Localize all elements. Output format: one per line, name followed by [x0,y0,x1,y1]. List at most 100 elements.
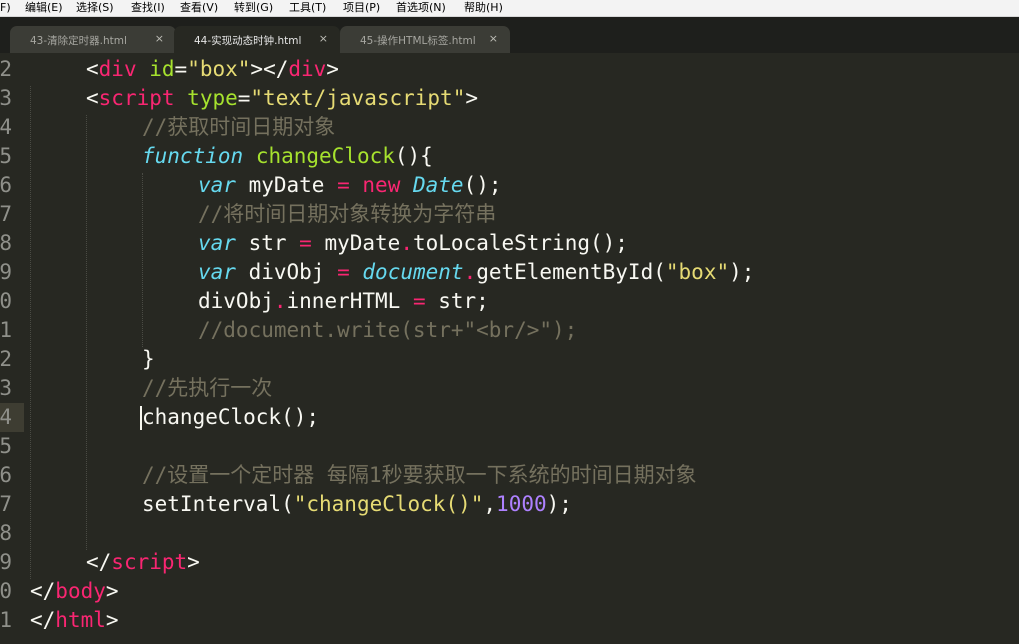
line-number: 4 [0,405,12,429]
code-text: </body> [30,577,119,606]
code-line: 9 var divObj = document.getElementById("b… [0,258,1019,287]
code-token: myDate [311,231,401,255]
code-token: myDate [235,173,338,197]
code-token: > [105,579,119,603]
code-token: "text/javascript" [250,86,466,110]
code-token: divObj [235,260,338,284]
code-token: changeClock [142,405,282,429]
line-number: 5 [0,144,12,168]
close-tab-icon[interactable]: × [319,32,328,45]
code-token: </ [86,550,112,574]
code-token: //document.write(str+"<br/>"); [198,318,578,342]
code-token: . [273,289,287,313]
code-text: var str = myDate.toLocaleString(); [198,229,628,258]
code-text: var divObj = document.getElementById("bo… [198,258,754,287]
menu-item[interactable]: 选择(S) [76,1,114,15]
code-token: = [412,289,426,313]
code-line: 9 </script> [0,548,1019,577]
code-token: </ [30,579,56,603]
code-token: //设置一个定时器 每隔1秒要获取一下系统的时间日期对象 [142,463,697,487]
code-line: 8 var str = myDate.toLocaleString(); [0,229,1019,258]
file-tab[interactable]: 45-操作HTML标签.html × [340,26,510,53]
code-token: new [362,173,401,197]
code-token: document [362,260,464,284]
code-token: setInterval [142,492,282,516]
code-text: //获取时间日期对象 [142,113,335,142]
code-token: (); [463,173,502,197]
code-token: ); [729,260,755,284]
menu-item[interactable]: 帮助(H) [464,1,503,15]
code-token: script [111,550,188,574]
code-token: str; [425,289,489,313]
code-text: var myDate = new Date(); [198,171,502,200]
code-text: //先执行一次 [142,374,272,403]
code-token: ></ [250,57,289,81]
code-text: } [142,345,155,374]
code-token: . [400,231,413,255]
code-text: changeClock(); [142,403,319,432]
menu-item[interactable]: 工具(T) [289,1,326,15]
line-number: 5 [0,434,12,458]
tab-label: 44-实现动态时钟.html [194,35,302,47]
code-token: = [337,173,350,197]
code-token: body [55,579,106,603]
close-tab-icon[interactable]: × [489,32,498,45]
menu-item[interactable]: 查看(V) [180,1,218,15]
line-number: 8 [0,521,12,545]
code-line: 4 //获取时间日期对象 [0,113,1019,142]
line-number: 6 [0,463,12,487]
code-token: ( [281,492,294,516]
line-number: 6 [0,173,12,197]
code-text: function changeClock(){ [142,142,433,171]
line-number: 0 [0,579,12,603]
code-line: 2 <div id="box"></div> [0,55,1019,84]
code-token: var [198,231,236,255]
code-text: divObj.innerHTML = str; [198,287,489,316]
code-token: //获取时间日期对象 [142,115,336,139]
code-token: innerHTML [286,289,413,313]
code-token: divObj [198,289,274,313]
line-number: 0 [0,289,12,313]
code-line: 6 var myDate = new Date(); [0,171,1019,200]
menu-item[interactable]: 查找(I) [131,1,165,15]
line-number: 3 [0,86,12,110]
tab-bar: 43-清除定时器.html × 44-实现动态时钟.html × 45-操作HTML标签… [0,17,1019,53]
line-number: 9 [0,260,12,284]
menu-item[interactable]: 转到(G) [234,1,273,15]
code-line: 7 setInterval("changeClock()",1000); [0,490,1019,519]
menu-item[interactable]: 编辑(E) [25,1,63,15]
code-token: ( [653,260,666,284]
code-line: 5 function changeClock(){ [0,142,1019,171]
code-token: //先执行一次 [142,376,273,400]
code-line: 6 //设置一个定时器 每隔1秒要获取一下系统的时间日期对象 [0,461,1019,490]
line-number: 2 [0,57,12,81]
code-line: 5 [0,432,1019,461]
code-token: type [187,86,238,110]
file-tab[interactable]: 44-实现动态时钟.html × [174,26,340,53]
close-tab-icon[interactable]: × [155,32,164,45]
code-token: (); [281,405,320,429]
code-token: , [483,492,497,516]
code-token: </ [30,608,56,632]
code-token: . [463,260,477,284]
code-line: 1 //document.write(str+"<br/>"); [0,316,1019,345]
code-token: (); [590,231,628,255]
menu-item[interactable]: F) [0,1,11,15]
menu-item[interactable]: 项目(P) [343,1,380,15]
code-editor[interactable]: 2 <div id="box"></div> 3 <script type="text… [0,53,1019,644]
code-token: script [98,86,175,110]
code-token: 1000 [496,492,547,516]
code-token: > [105,608,119,632]
code-token: "box" [665,260,730,284]
menu-item[interactable]: 首选项(N) [396,1,446,15]
code-token: var [198,173,236,197]
code-token: html [55,608,106,632]
code-token: "box" [187,57,251,81]
code-text: //将时间日期对象转换为字符串 [198,200,496,229]
line-number: 1 [0,608,12,632]
file-tab[interactable]: 43-清除定时器.html × [10,26,176,53]
